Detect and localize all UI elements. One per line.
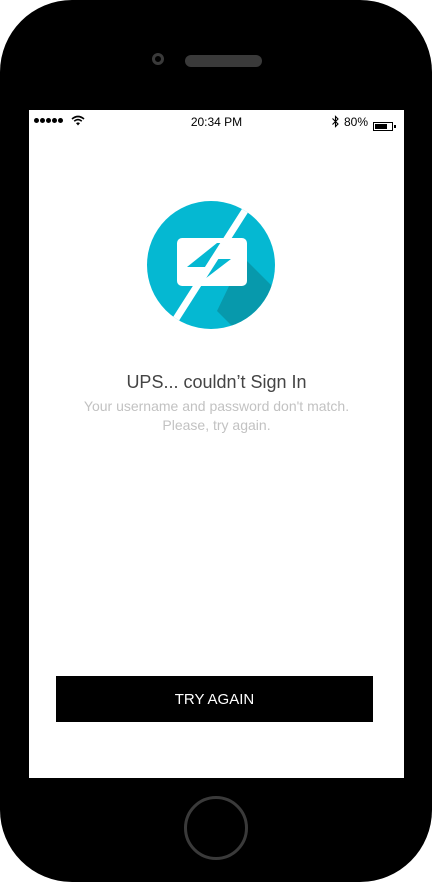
home-button[interactable] [184,796,248,860]
screen: 20:34 PM 80% UPS... couldn’t Sign In You… [29,110,404,778]
error-title: UPS... couldn’t Sign In [126,372,307,392]
error-message-line-2: Please, try again. [162,417,271,433]
phone-frame: 20:34 PM 80% UPS... couldn’t Sign In You… [0,0,432,882]
earpiece-speaker [185,55,262,67]
battery-icon [373,122,396,131]
battery-percentage: 80% [344,115,369,129]
bluetooth-icon [332,115,339,128]
try-again-button[interactable]: TRY AGAIN [56,676,373,722]
status-bar: 20:34 PM 80% [29,110,404,132]
charging-error-icon [147,201,275,329]
front-camera [152,53,164,65]
error-message-line-1: Your username and password don't match. [83,398,350,414]
